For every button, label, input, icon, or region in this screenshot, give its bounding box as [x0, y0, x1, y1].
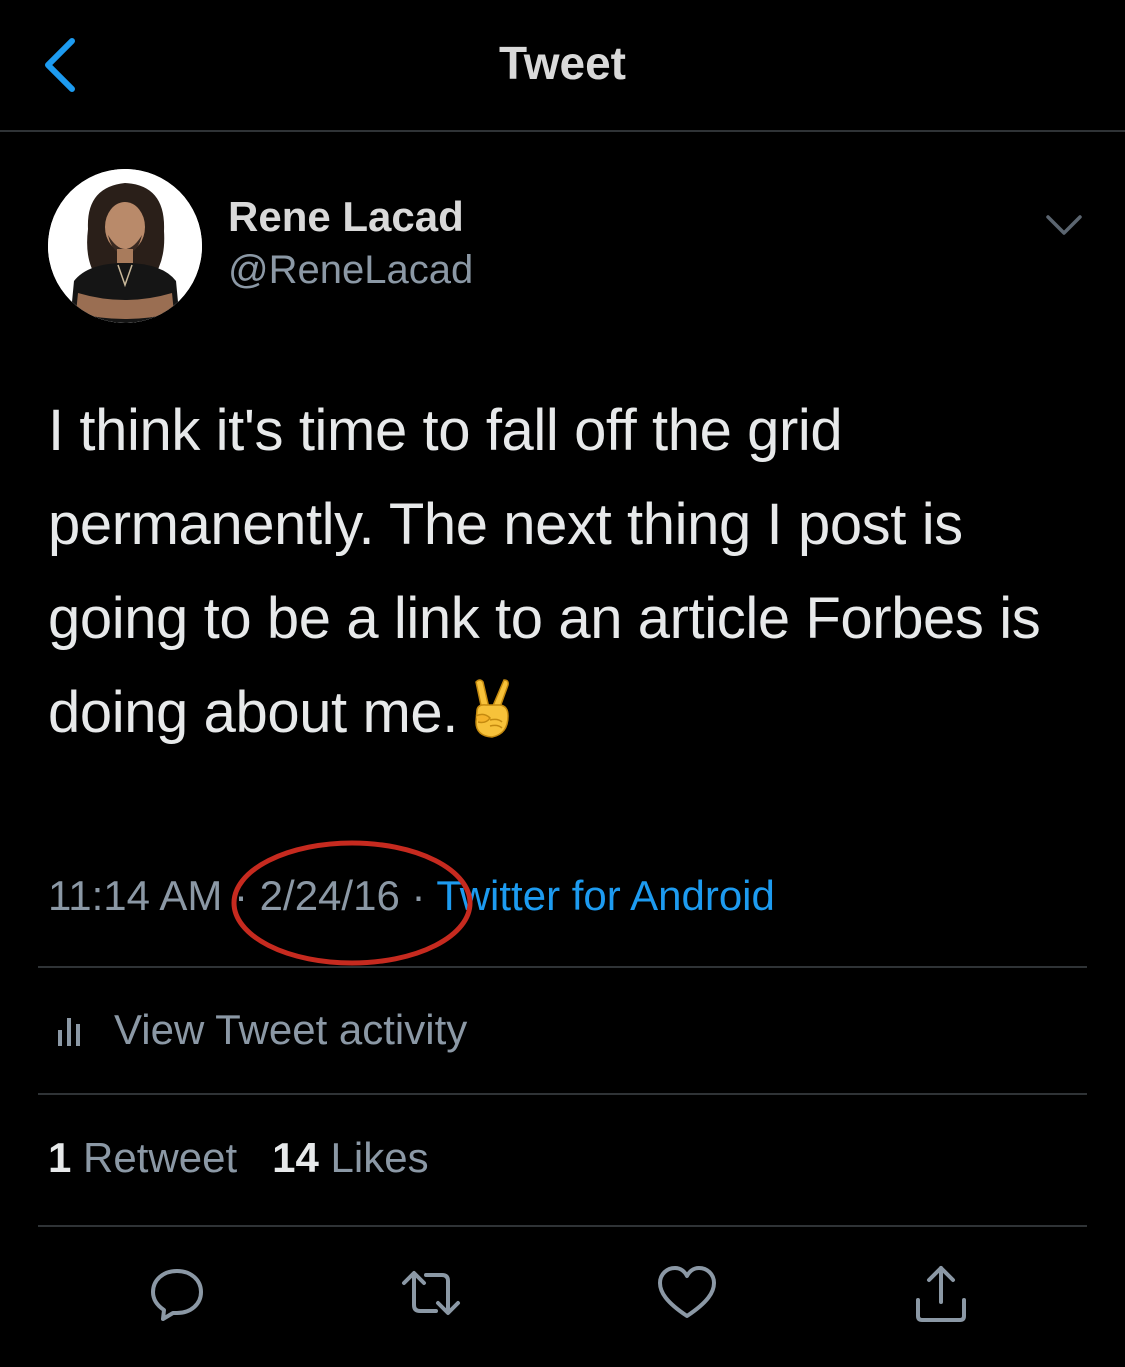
retweet-icon	[402, 1271, 460, 1315]
victory-hand-icon	[468, 674, 514, 768]
likes-count: 14	[272, 1134, 319, 1181]
divider	[38, 1225, 1087, 1227]
tweet-time: 11:14 AM	[48, 872, 223, 919]
page-title: Tweet	[499, 37, 626, 89]
header-bar: Tweet	[0, 0, 1125, 132]
divider	[38, 966, 1087, 968]
avatar[interactable]	[48, 169, 202, 323]
chevron-down-icon	[1046, 215, 1082, 235]
view-tweet-activity-button[interactable]: View Tweet activity	[48, 998, 467, 1062]
author-handle[interactable]: @ReneLacad	[228, 248, 473, 293]
share-button[interactable]	[906, 1258, 976, 1328]
meta-separator: ·	[399, 872, 437, 919]
more-options-button[interactable]	[1040, 205, 1088, 245]
tweet-text: I think it's time to fall off the grid p…	[48, 398, 1041, 745]
tweet-source-link[interactable]: Twitter for Android	[436, 872, 774, 919]
like-icon	[658, 1266, 716, 1318]
retweets-stat[interactable]: 1 Retweet	[48, 1134, 237, 1181]
tweet-stats: 1 Retweet 14 Likes	[48, 1134, 429, 1182]
activity-label: View Tweet activity	[114, 1006, 468, 1053]
tweet-meta: 11:14 AM · 2/24/16 · Twitter for Android	[48, 872, 775, 920]
tweet-body: I think it's time to fall off the grid p…	[48, 384, 1093, 768]
retweets-count: 1	[48, 1134, 72, 1181]
avatar-image	[48, 169, 202, 323]
reply-button[interactable]	[142, 1258, 212, 1328]
divider	[38, 1093, 1087, 1095]
retweet-button[interactable]	[396, 1258, 466, 1328]
tweet-date: 2/24/16	[259, 872, 400, 919]
likes-stat[interactable]: 14 Likes	[272, 1134, 428, 1181]
meta-separator: ·	[222, 872, 260, 919]
share-icon	[916, 1266, 966, 1322]
like-button[interactable]	[652, 1258, 722, 1328]
bar-chart-icon	[58, 1018, 80, 1046]
likes-label: Likes	[330, 1134, 429, 1181]
author-name[interactable]: Rene Lacad	[228, 193, 464, 241]
reply-icon	[151, 1269, 203, 1321]
retweets-label: Retweet	[83, 1134, 238, 1181]
